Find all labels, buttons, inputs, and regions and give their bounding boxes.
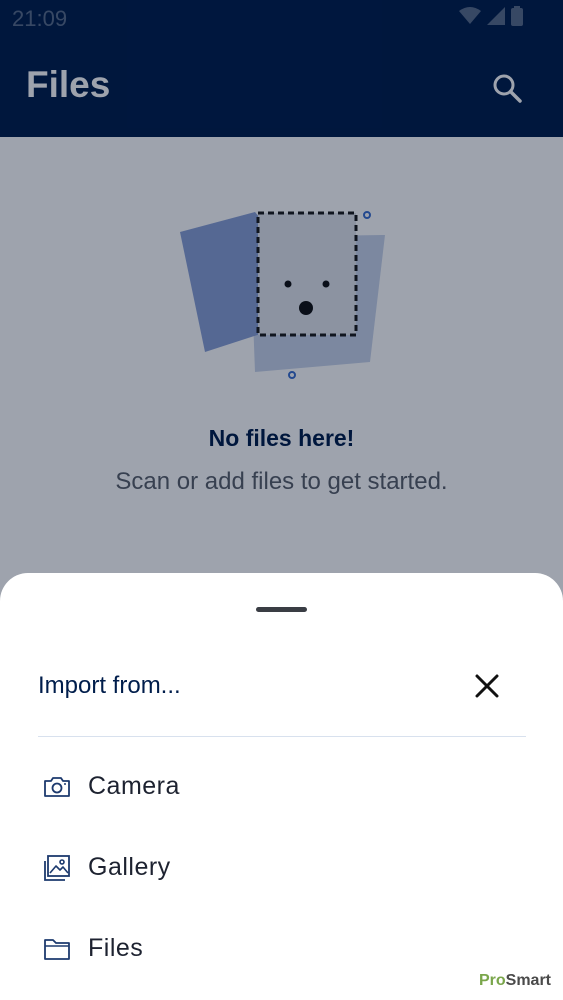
menu-item-label: Files: [88, 934, 144, 962]
menu-item-gallery[interactable]: Gallery: [0, 839, 563, 899]
import-bottom-sheet: Import from... Camera Gallery Files: [0, 573, 563, 1000]
close-icon: [475, 674, 499, 698]
menu-item-files[interactable]: Files: [0, 920, 563, 980]
drag-handle[interactable]: [256, 607, 307, 612]
gallery-icon: [44, 855, 70, 881]
menu-item-label: Camera: [88, 772, 180, 800]
menu-item-camera[interactable]: Camera: [0, 758, 563, 818]
sheet-title: Import from...: [38, 672, 181, 699]
files-screen: 21:09 Files No files here! Scan or add f…: [0, 0, 563, 1000]
watermark-logo: ProSmart: [479, 972, 551, 990]
folder-icon: [44, 939, 70, 960]
camera-icon: [44, 777, 70, 797]
watermark-prefix: Pro: [478, 972, 506, 989]
divider: [38, 736, 526, 737]
close-button[interactable]: [470, 669, 504, 703]
watermark-suffix: Smart: [505, 972, 551, 989]
menu-item-label: Gallery: [88, 853, 171, 881]
